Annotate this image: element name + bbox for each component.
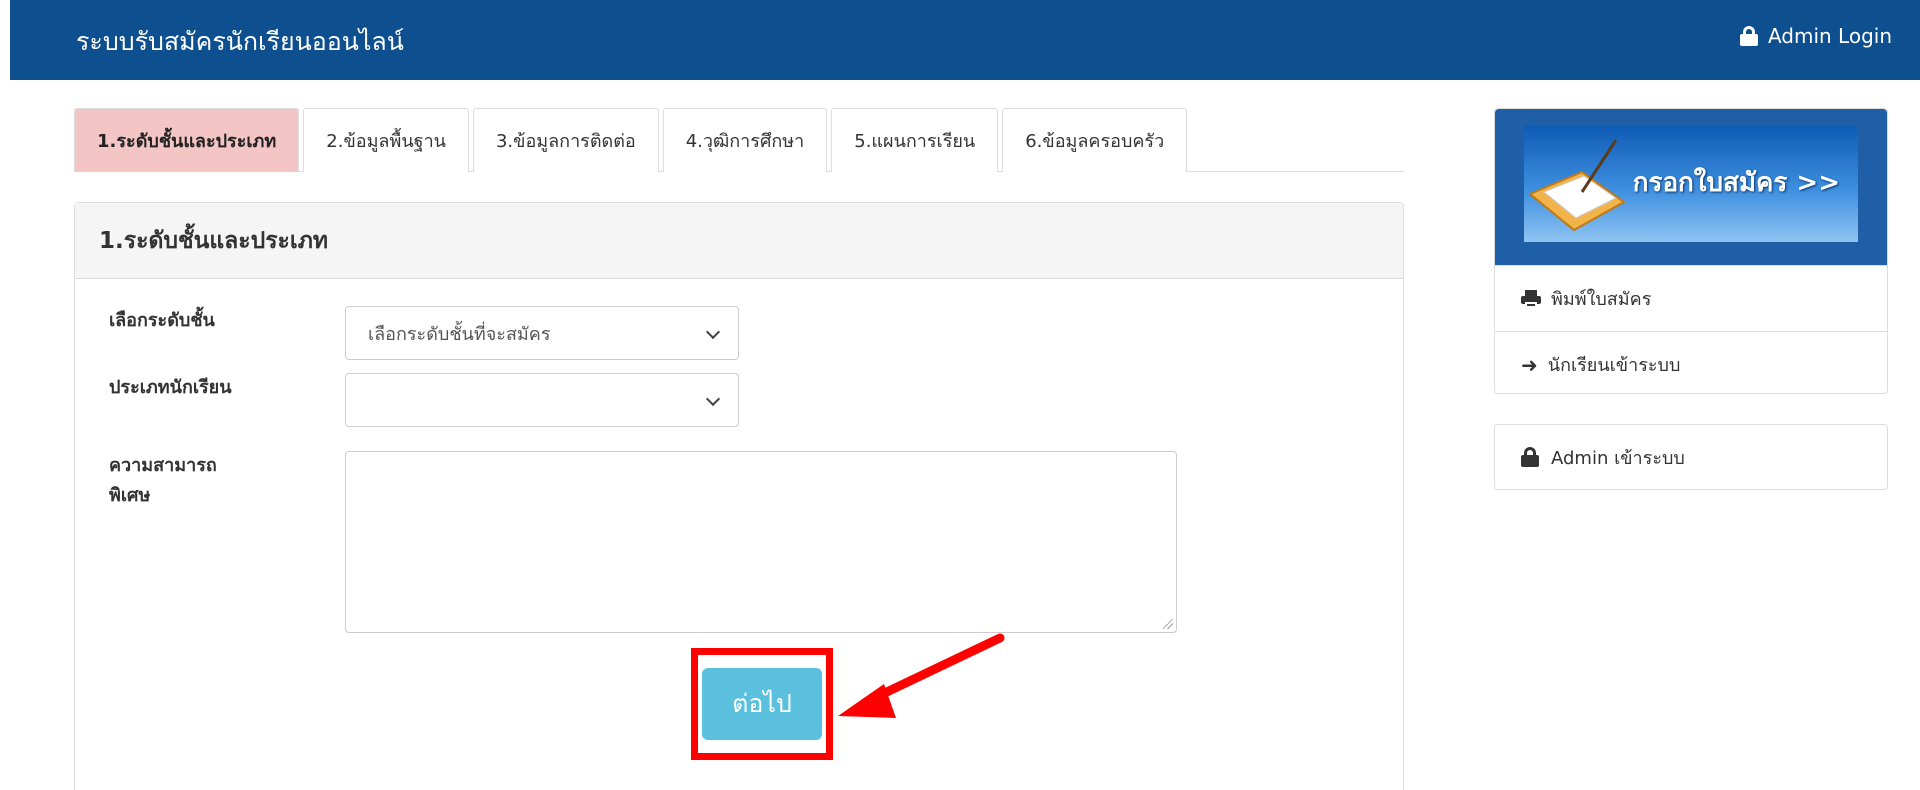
tab-education[interactable]: 4.วุฒิการศึกษา: [662, 108, 828, 172]
panel-heading: 1.ระดับชั้นและประเภท: [75, 203, 1403, 279]
special-ability-label: ความสามารถ พิเศษ: [109, 451, 217, 511]
admin-login-link[interactable]: Admin Login: [1739, 24, 1892, 48]
sidebar-item-student-login[interactable]: ➜ นักเรียนเข้าระบบ: [1495, 331, 1887, 397]
form-panel: 1.ระดับชั้นและประเภท เลือกระดับชั้น เลือ…: [74, 202, 1404, 790]
lock-icon: [1521, 447, 1539, 467]
level-select-value: เลือกระดับชั้นที่จะสมัคร: [368, 323, 551, 345]
sign-in-icon: ➜: [1521, 352, 1538, 377]
level-label: เลือกระดับชั้น: [109, 310, 215, 331]
sidebar-item-label: นักเรียนเข้าระบบ: [1547, 355, 1681, 376]
student-type-select[interactable]: [345, 373, 739, 427]
resize-handle-icon[interactable]: [1163, 619, 1173, 629]
special-ability-textarea[interactable]: [345, 451, 1177, 633]
next-button[interactable]: ต่อไป: [702, 668, 822, 740]
tab-level-and-type[interactable]: 1.ระดับชั้นและประเภท: [74, 108, 300, 172]
chevron-down-icon: [705, 324, 721, 340]
apply-banner-frame: กรอกใบสมัคร >>: [1495, 109, 1887, 265]
tab-family-info[interactable]: 6.ข้อมูลครอบครัว: [1002, 108, 1188, 172]
admin-login-item-label: Admin เข้าระบบ: [1551, 447, 1685, 469]
tab-basic-info[interactable]: 2.ข้อมูลพื้นฐาน: [303, 108, 469, 172]
sidebar-item-print-application[interactable]: พิมพ์ใบสมัคร: [1495, 265, 1887, 331]
site-title[interactable]: ระบบรับสมัครนักเรียนออนไลน์: [76, 22, 404, 62]
lock-icon: [1739, 26, 1758, 46]
sidebar-admin-login[interactable]: Admin เข้าระบบ: [1494, 424, 1888, 490]
top-navbar: ระบบรับสมัครนักเรียนออนไลน์ Admin Login: [10, 0, 1920, 80]
sidebar-menu: กรอกใบสมัคร >> พิมพ์ใบสมัคร ➜ นักเรียนเข…: [1494, 108, 1888, 394]
chevron-down-icon: [705, 391, 721, 407]
sidebar-item-label: พิมพ์ใบสมัคร: [1551, 289, 1652, 310]
apply-banner[interactable]: กรอกใบสมัคร >>: [1524, 126, 1858, 242]
special-ability-label-line2: พิเศษ: [109, 485, 151, 506]
tab-contact-info[interactable]: 3.ข้อมูลการติดต่อ: [472, 108, 659, 172]
application-form-icon: [1528, 139, 1626, 232]
tab-study-plan[interactable]: 5.แผนการเรียน: [831, 108, 999, 172]
level-select[interactable]: เลือกระดับชั้นที่จะสมัคร: [345, 306, 739, 360]
admin-login-label: Admin Login: [1767, 24, 1892, 48]
special-ability-label-line1: ความสามารถ: [109, 455, 217, 476]
student-type-label: ประเภทนักเรียน: [109, 377, 232, 398]
apply-banner-text: กรอกใบสมัคร >>: [1632, 168, 1840, 198]
print-icon: [1521, 289, 1541, 308]
form-step-tabs: 1.ระดับชั้นและประเภท 2.ข้อมูลพื้นฐาน 3.ข…: [74, 108, 1404, 172]
